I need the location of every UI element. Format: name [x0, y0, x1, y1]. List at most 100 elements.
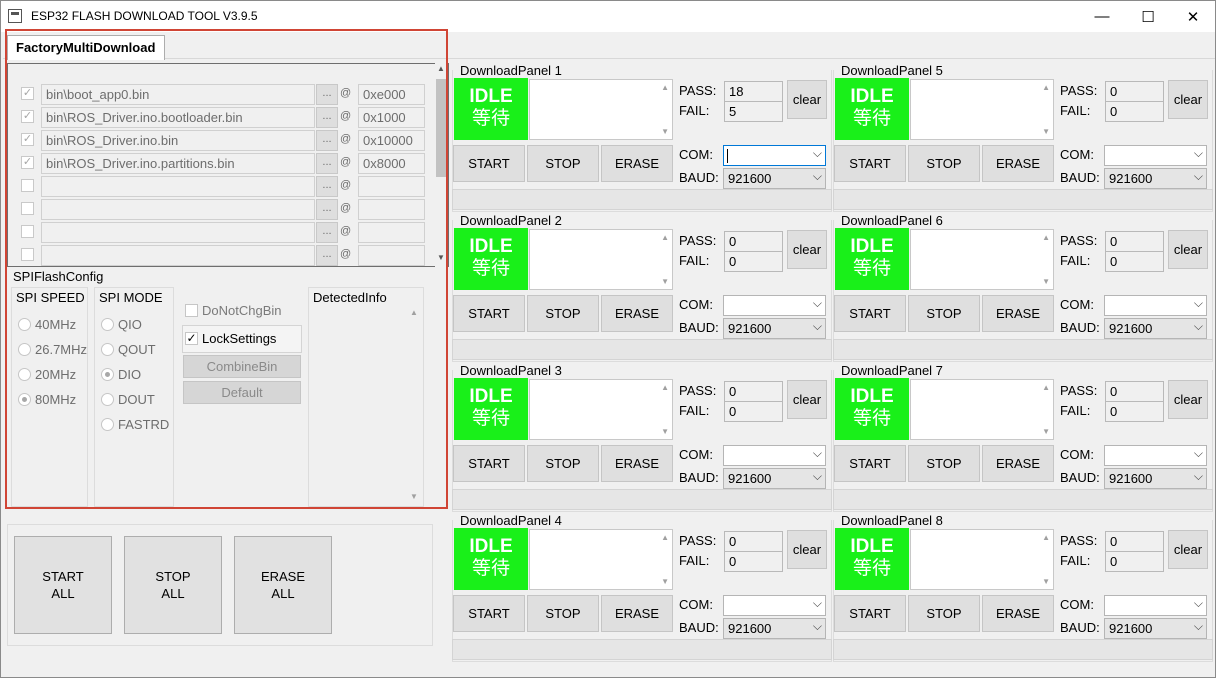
file-checkbox[interactable]: ✓ — [21, 133, 34, 146]
checkmark-icon[interactable]: ✓ — [185, 332, 198, 345]
chevron-down-icon[interactable]: ⌵ — [1194, 319, 1203, 334]
start-button[interactable]: START — [834, 295, 906, 332]
start-button[interactable]: START — [834, 145, 906, 182]
radio-dot[interactable] — [18, 318, 31, 331]
stop-all-button[interactable]: STOP ALL — [124, 536, 222, 634]
erase-button[interactable]: ERASE — [982, 445, 1054, 482]
chevron-down-icon[interactable]: ⌵ — [813, 169, 822, 184]
chevron-down-icon[interactable]: ⌵ — [1194, 296, 1203, 311]
com-select[interactable]: ⌵ — [723, 595, 826, 616]
com-select[interactable]: ⌵ — [1104, 295, 1207, 316]
log-textbox[interactable]: ▲ ▼ — [910, 379, 1054, 440]
scroll-down-icon[interactable]: ▼ — [1042, 277, 1050, 286]
log-textbox[interactable]: ▲ ▼ — [529, 379, 673, 440]
address-field[interactable] — [358, 199, 425, 220]
erase-button[interactable]: ERASE — [982, 145, 1054, 182]
clear-button[interactable]: clear — [787, 80, 827, 119]
stop-button[interactable]: STOP — [527, 295, 599, 332]
scroll-up-icon[interactable]: ▲ — [661, 233, 669, 242]
chevron-down-icon[interactable]: ⌵ — [813, 296, 822, 311]
radio-dot[interactable] — [101, 393, 114, 406]
chevron-down-icon[interactable]: ⌵ — [813, 146, 822, 161]
browse-button[interactable]: ... — [316, 107, 338, 128]
chevron-down-icon[interactable]: ⌵ — [1194, 619, 1203, 634]
clear-button[interactable]: clear — [1168, 530, 1208, 569]
stop-button[interactable]: STOP — [527, 145, 599, 182]
file-checkbox[interactable] — [21, 225, 34, 238]
radio-dot[interactable] — [101, 368, 114, 381]
scroll-thumb[interactable] — [436, 79, 447, 177]
com-select[interactable]: ⌵ — [1104, 445, 1207, 466]
chevron-down-icon[interactable]: ⌵ — [1194, 446, 1203, 461]
scroll-down-icon[interactable]: ▼ — [437, 253, 445, 262]
baud-select[interactable]: 921600 ⌵ — [1104, 618, 1207, 639]
file-path-field[interactable] — [41, 176, 315, 197]
erase-button[interactable]: ERASE — [601, 445, 673, 482]
chevron-down-icon[interactable]: ⌵ — [1194, 596, 1203, 611]
radio-dot[interactable] — [101, 343, 114, 356]
log-textbox[interactable]: ▲ ▼ — [529, 529, 673, 590]
clear-button[interactable]: clear — [787, 380, 827, 419]
file-path-field[interactable]: bin\ROS_Driver.ino.bootloader.bin — [41, 107, 315, 128]
stop-button[interactable]: STOP — [908, 445, 980, 482]
stop-button[interactable]: STOP — [908, 295, 980, 332]
erase-button[interactable]: ERASE — [601, 295, 673, 332]
file-path-field[interactable]: bin\ROS_Driver.ino.partitions.bin — [41, 153, 315, 174]
chevron-down-icon[interactable]: ⌵ — [813, 446, 822, 461]
baud-select[interactable]: 921600 ⌵ — [1104, 168, 1207, 189]
com-select[interactable]: ⌵ — [1104, 145, 1207, 166]
stop-button[interactable]: STOP — [527, 595, 599, 632]
address-field[interactable]: 0xe000 — [358, 84, 425, 105]
start-button[interactable]: START — [453, 595, 525, 632]
baud-select[interactable]: 921600 ⌵ — [723, 468, 826, 489]
file-checkbox[interactable]: ✓ — [21, 87, 34, 100]
file-checkbox[interactable] — [21, 202, 34, 215]
scroll-down-icon[interactable]: ▼ — [661, 277, 669, 286]
chevron-down-icon[interactable]: ⌵ — [813, 596, 822, 611]
erase-button[interactable]: ERASE — [601, 595, 673, 632]
scroll-up-icon[interactable]: ▲ — [1042, 533, 1050, 542]
scroll-down-icon[interactable]: ▼ — [661, 577, 669, 586]
checkbox-box[interactable] — [185, 304, 198, 317]
close-button[interactable]: ✕ — [1170, 1, 1216, 32]
clear-button[interactable]: clear — [787, 530, 827, 569]
radio-dot[interactable] — [101, 318, 114, 331]
file-checkbox[interactable] — [21, 248, 34, 261]
stop-button[interactable]: STOP — [908, 595, 980, 632]
start-button[interactable]: START — [834, 445, 906, 482]
com-select[interactable]: ⌵ — [1104, 595, 1207, 616]
scroll-up-icon[interactable]: ▲ — [437, 64, 445, 73]
clear-button[interactable]: clear — [1168, 380, 1208, 419]
file-path-field[interactable] — [41, 222, 315, 243]
log-textbox[interactable]: ▲ ▼ — [529, 229, 673, 290]
default-button[interactable]: Default — [183, 381, 301, 404]
chevron-down-icon[interactable]: ⌵ — [813, 619, 822, 634]
log-textbox[interactable]: ▲ ▼ — [910, 79, 1054, 140]
scroll-down-icon[interactable]: ▼ — [410, 492, 418, 501]
stop-button[interactable]: STOP — [908, 145, 980, 182]
baud-select[interactable]: 921600 ⌵ — [723, 168, 826, 189]
file-checkbox[interactable]: ✓ — [21, 110, 34, 123]
browse-button[interactable]: ... — [316, 153, 338, 174]
chevron-down-icon[interactable]: ⌵ — [1194, 469, 1203, 484]
clear-button[interactable]: clear — [787, 230, 827, 269]
baud-select[interactable]: 921600 ⌵ — [723, 318, 826, 339]
start-button[interactable]: START — [453, 445, 525, 482]
address-field[interactable] — [358, 222, 425, 243]
scroll-up-icon[interactable]: ▲ — [1042, 83, 1050, 92]
address-field[interactable]: 0x1000 — [358, 107, 425, 128]
start-button[interactable]: START — [453, 145, 525, 182]
scroll-up-icon[interactable]: ▲ — [661, 383, 669, 392]
file-path-field[interactable] — [41, 245, 315, 266]
radio-dot[interactable] — [18, 393, 31, 406]
tab-factory-multi-download[interactable]: FactoryMultiDownload — [7, 35, 165, 60]
start-button[interactable]: START — [453, 295, 525, 332]
clear-button[interactable]: clear — [1168, 80, 1208, 119]
baud-select[interactable]: 921600 ⌵ — [1104, 468, 1207, 489]
maximize-button[interactable]: ☐ — [1125, 1, 1171, 32]
chevron-down-icon[interactable]: ⌵ — [1194, 169, 1203, 184]
scroll-up-icon[interactable]: ▲ — [1042, 383, 1050, 392]
address-field[interactable]: 0x10000 — [358, 130, 425, 151]
com-select[interactable]: ⌵ — [723, 295, 826, 316]
address-field[interactable]: 0x8000 — [358, 153, 425, 174]
